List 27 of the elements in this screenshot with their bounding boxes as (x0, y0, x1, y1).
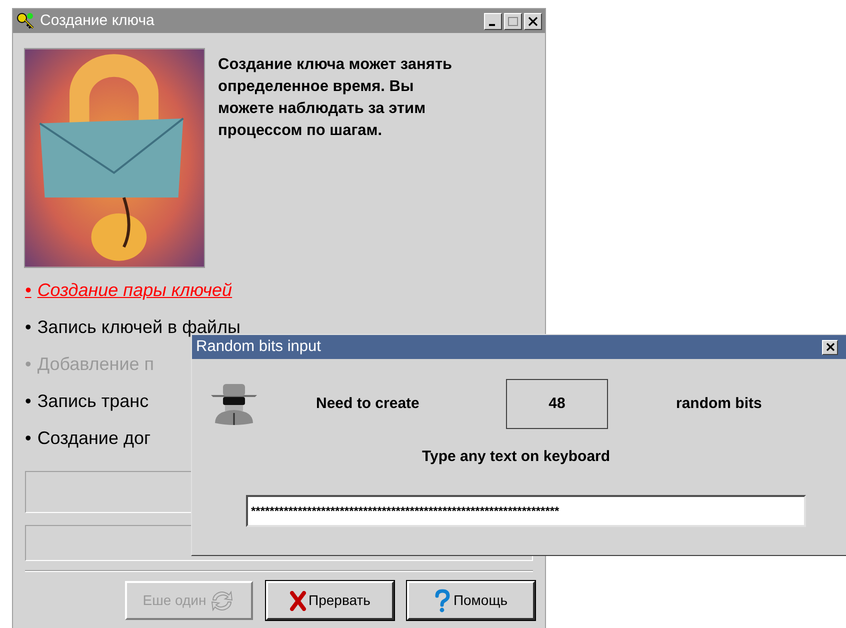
step-item: • Добавление п (25, 353, 154, 376)
refresh-icon (209, 588, 236, 612)
bits-count: 48 (506, 379, 608, 429)
cross-icon (290, 590, 306, 610)
step-item: • Создание пары ключей (25, 279, 232, 302)
instruction-text: Type any text on keyboard (422, 447, 610, 467)
maximize-button[interactable] (504, 12, 522, 30)
description-text: Создание ключа может занять определенное время. Вы можете наблюдать за этим процессом по шагам. (218, 55, 454, 141)
question-mark-icon (434, 588, 450, 612)
unit-label: random bits (676, 394, 762, 414)
close-icon (826, 343, 834, 351)
step-item: • Создание дог (25, 427, 151, 450)
input-field[interactable]: ****************************************************************** (246, 494, 806, 526)
dialog-button[interactable]: Помощь (407, 581, 535, 620)
dialog-title: Random bits input (196, 337, 322, 358)
step-item: • Запись транс (25, 390, 149, 413)
close-icon (528, 16, 538, 26)
dialog-button[interactable]: Прервать (266, 581, 394, 620)
minimize-icon (488, 24, 494, 26)
spy-icon (211, 383, 257, 425)
maximize-icon (508, 16, 518, 26)
key-icon (16, 12, 36, 30)
need-label: Need to create (316, 394, 420, 414)
close-button[interactable] (822, 340, 838, 354)
window-title: Создание ключа (40, 10, 156, 31)
minimize-button[interactable] (484, 12, 502, 30)
close-button[interactable] (524, 12, 542, 30)
